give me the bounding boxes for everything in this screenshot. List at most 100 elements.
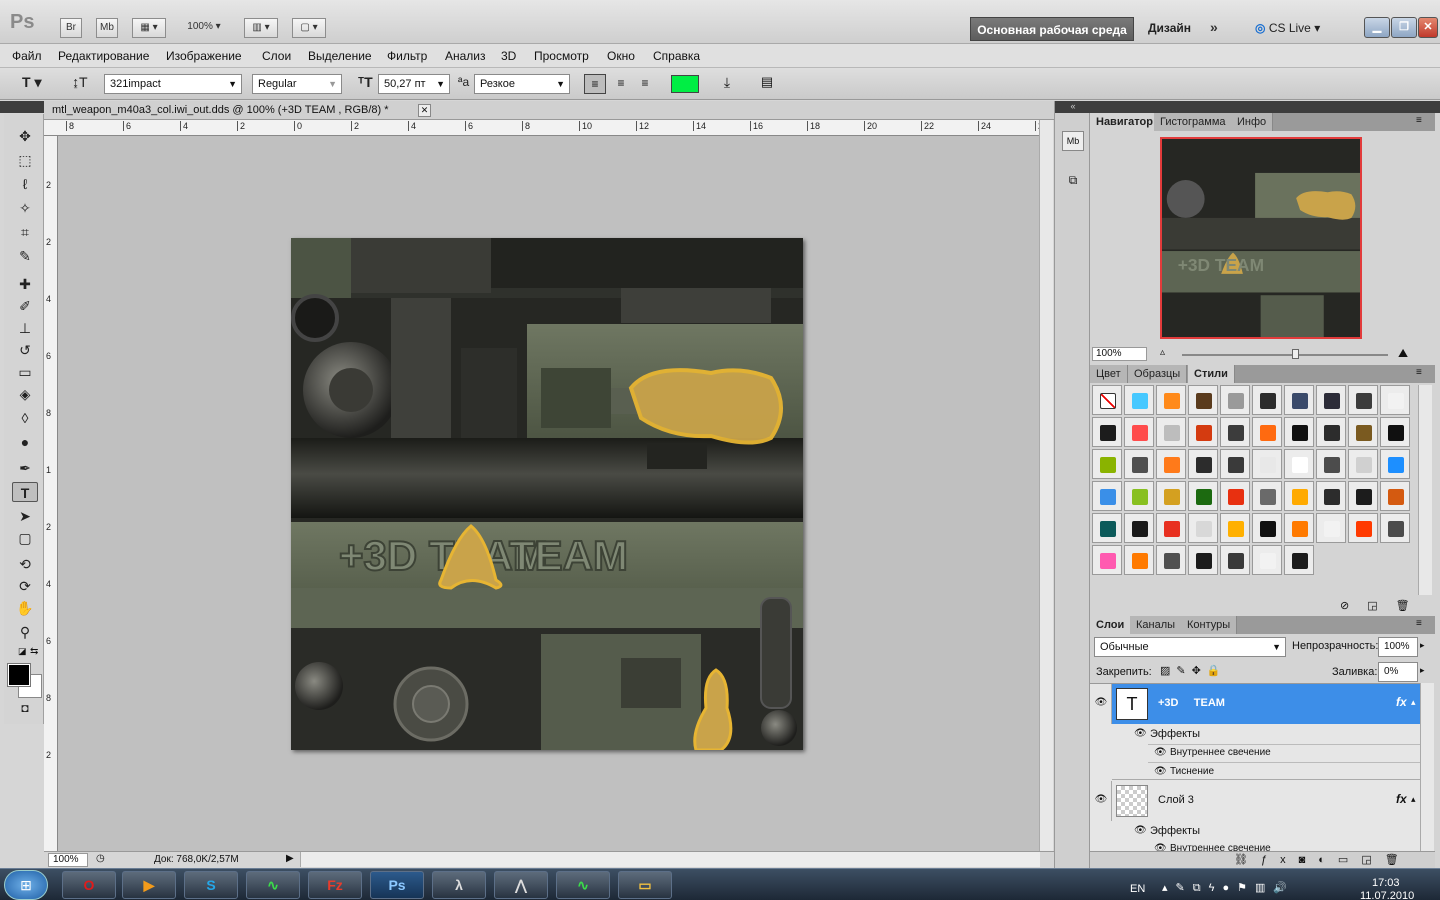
blend-mode-select[interactable]: Обычные ▼ bbox=[1094, 637, 1286, 657]
style-swatch[interactable] bbox=[1348, 417, 1378, 447]
status-options-icon[interactable]: ◷ bbox=[96, 853, 105, 864]
styles-scrollbar[interactable] bbox=[1418, 385, 1432, 595]
style-swatch[interactable] bbox=[1380, 417, 1410, 447]
more-workspaces-button[interactable]: » bbox=[1210, 19, 1218, 35]
effects-eye-icon[interactable]: 👁 bbox=[1134, 728, 1147, 739]
style-swatch[interactable] bbox=[1156, 513, 1186, 543]
style-swatch[interactable] bbox=[1252, 481, 1282, 511]
menu-select[interactable]: Выделение bbox=[308, 49, 372, 63]
style-swatch[interactable] bbox=[1252, 545, 1282, 575]
style-swatch[interactable] bbox=[1284, 449, 1314, 479]
style-swatch[interactable] bbox=[1380, 481, 1410, 511]
right-panel-header[interactable] bbox=[1090, 101, 1440, 113]
history-panel-icon[interactable]: ⧉ bbox=[1062, 173, 1084, 193]
style-swatch[interactable] bbox=[1124, 417, 1154, 447]
zoom-tool-icon[interactable]: ⚲ bbox=[12, 622, 38, 642]
style-swatch[interactable] bbox=[1348, 513, 1378, 543]
collapse-panels-icon[interactable]: « bbox=[1055, 101, 1091, 113]
style-swatch[interactable] bbox=[1284, 385, 1314, 415]
menu-help[interactable]: Справка bbox=[653, 49, 700, 63]
swap-colors-icon[interactable]: ⇆ bbox=[30, 646, 38, 657]
taskbar-opera[interactable]: O bbox=[62, 871, 116, 899]
shape-tool-icon[interactable]: ▢ bbox=[12, 528, 38, 548]
layer-visibility-toggle[interactable]: 👁 bbox=[1090, 684, 1112, 724]
style-swatch[interactable] bbox=[1124, 481, 1154, 511]
lasso-tool-icon[interactable]: ℓ bbox=[12, 174, 38, 194]
style-swatch[interactable] bbox=[1252, 513, 1282, 543]
style-swatch[interactable] bbox=[1092, 481, 1122, 511]
style-swatch[interactable] bbox=[1284, 481, 1314, 511]
eraser-tool-icon[interactable]: ▭ bbox=[12, 362, 38, 382]
menu-layer[interactable]: Слои bbox=[262, 49, 291, 63]
style-swatch[interactable] bbox=[1092, 417, 1122, 447]
effects-eye-icon[interactable]: 👁 bbox=[1134, 825, 1147, 836]
menu-3d[interactable]: 3D bbox=[501, 49, 516, 63]
style-swatch[interactable] bbox=[1252, 385, 1282, 415]
style-swatch-none[interactable] bbox=[1092, 385, 1122, 415]
menu-file[interactable]: Файл bbox=[12, 49, 42, 63]
clock-date[interactable]: 11.07.2010 bbox=[1360, 890, 1414, 900]
styles-footer-icons[interactable]: ⊘◲🗑 bbox=[1340, 599, 1428, 612]
align-right-button[interactable]: ≡ bbox=[634, 74, 656, 94]
style-swatch[interactable] bbox=[1380, 385, 1410, 415]
layers-panel-menu-icon[interactable]: ≡ bbox=[1416, 618, 1422, 629]
style-swatch[interactable] bbox=[1124, 385, 1154, 415]
taskbar-filezilla[interactable]: Fz bbox=[308, 871, 362, 899]
tab-swatches[interactable]: Образцы bbox=[1128, 365, 1188, 383]
effect-bevel-emboss[interactable]: Тиснение bbox=[1170, 766, 1214, 777]
screen-mode-button[interactable]: ▢ ▾ bbox=[292, 18, 326, 38]
history-brush-tool-icon[interactable]: ↺ bbox=[12, 340, 38, 360]
style-swatch[interactable] bbox=[1316, 449, 1346, 479]
type-tool-icon[interactable]: T bbox=[12, 482, 38, 502]
emboss-eye-icon[interactable]: 👁 bbox=[1154, 766, 1167, 777]
style-swatch[interactable] bbox=[1188, 513, 1218, 543]
toggle-text-orientation-icon[interactable]: ↨T bbox=[72, 74, 88, 90]
lock-icons[interactable]: ▨✎✥🔒 bbox=[1160, 664, 1227, 677]
taskbar-inkscape[interactable]: ⋀ bbox=[494, 871, 548, 899]
bridge-button[interactable]: Br bbox=[60, 18, 82, 38]
style-swatch[interactable] bbox=[1316, 481, 1346, 511]
layer-visibility-toggle[interactable]: 👁 bbox=[1090, 781, 1112, 821]
magic-wand-tool-icon[interactable]: ✧ bbox=[12, 198, 38, 218]
zoom-in-icon[interactable]: ⛰ bbox=[1398, 346, 1408, 361]
menu-edit[interactable]: Редактирование bbox=[58, 49, 149, 63]
effect-inner-glow[interactable]: Внутреннее свечение bbox=[1170, 843, 1271, 851]
effect-inner-glow[interactable]: Внутреннее свечение bbox=[1170, 747, 1271, 758]
style-swatch[interactable] bbox=[1380, 449, 1410, 479]
inner-glow-eye-icon[interactable]: 👁 bbox=[1154, 843, 1167, 851]
style-swatch[interactable] bbox=[1156, 385, 1186, 415]
navigator-zoom-slider-handle[interactable] bbox=[1292, 349, 1300, 359]
style-swatch[interactable] bbox=[1188, 449, 1218, 479]
menu-view[interactable]: Просмотр bbox=[534, 49, 589, 63]
style-swatch[interactable] bbox=[1124, 449, 1154, 479]
style-swatch[interactable] bbox=[1092, 545, 1122, 575]
type-tool-preset-icon[interactable]: T ▾ bbox=[22, 74, 41, 91]
menu-window[interactable]: Окно bbox=[607, 49, 635, 63]
style-swatch[interactable] bbox=[1188, 385, 1218, 415]
style-swatch[interactable] bbox=[1188, 481, 1218, 511]
taskbar-monitor-2[interactable]: ∿ bbox=[556, 871, 610, 899]
taskbar-monitor[interactable]: ∿ bbox=[246, 871, 300, 899]
style-swatch[interactable] bbox=[1188, 417, 1218, 447]
style-swatch[interactable] bbox=[1380, 513, 1410, 543]
close-window-button[interactable]: ✕ bbox=[1418, 17, 1438, 38]
tab-paths[interactable]: Контуры bbox=[1181, 616, 1238, 634]
text-color-swatch[interactable] bbox=[671, 75, 699, 93]
zoom-out-icon[interactable]: ▵ bbox=[1160, 347, 1165, 358]
canvas-horizontal-scrollbar[interactable] bbox=[300, 852, 1040, 867]
style-swatch[interactable] bbox=[1156, 545, 1186, 575]
tab-styles[interactable]: Стили bbox=[1188, 365, 1235, 383]
status-menu-arrow-icon[interactable]: ▶ bbox=[286, 853, 294, 864]
align-left-button[interactable]: ≡ bbox=[584, 74, 606, 94]
crop-tool-icon[interactable]: ⌗ bbox=[12, 222, 38, 242]
minimize-button[interactable]: ▁ bbox=[1364, 17, 1390, 38]
style-swatch[interactable] bbox=[1348, 481, 1378, 511]
menu-filter[interactable]: Фильтр bbox=[387, 49, 427, 63]
healing-brush-tool-icon[interactable]: ✚ bbox=[12, 274, 38, 294]
layers-scrollbar[interactable] bbox=[1420, 683, 1434, 851]
default-colors-icon[interactable]: ◪ bbox=[18, 646, 27, 657]
style-swatch[interactable] bbox=[1156, 481, 1186, 511]
style-swatch[interactable] bbox=[1220, 481, 1250, 511]
style-swatch[interactable] bbox=[1092, 513, 1122, 543]
taskbar-media-player[interactable]: ▶ bbox=[122, 871, 176, 899]
